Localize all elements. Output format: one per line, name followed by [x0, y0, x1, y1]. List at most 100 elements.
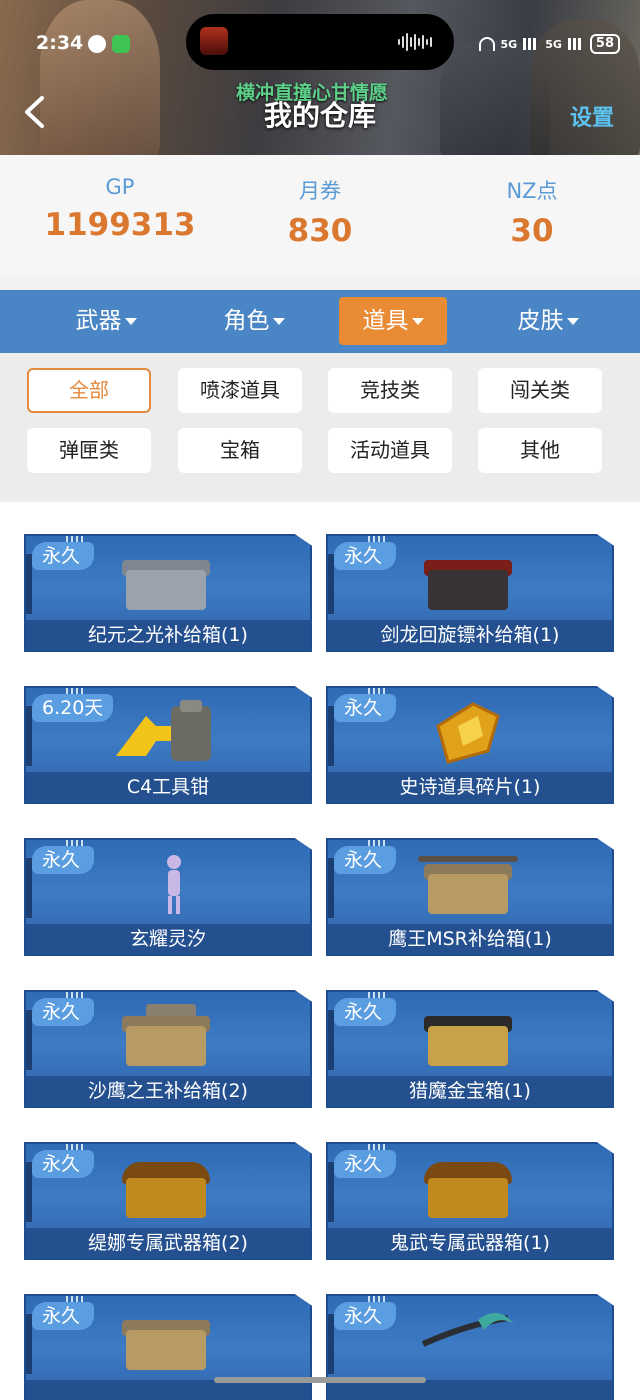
item-name: C4工具钳 [26, 772, 310, 802]
gold-chest-icon [418, 1000, 518, 1072]
filter-magazine[interactable]: 弹匣类 [27, 428, 151, 473]
tab-characters[interactable]: 角色 [200, 297, 308, 345]
chevron-left-icon [25, 96, 44, 128]
caret-down-icon [124, 318, 137, 325]
item-name: 猎魔金宝箱(1) [328, 1076, 612, 1106]
tab-label: 道具 [362, 308, 409, 334]
inventory-item-card[interactable]: 永久 沙鹰之王补给箱(2) [24, 990, 312, 1108]
network-5g-label: 5G [545, 37, 562, 51]
filter-challenge[interactable]: 闯关类 [478, 368, 602, 413]
weapon-chest-icon [116, 1152, 216, 1224]
caret-down-icon [272, 318, 285, 325]
signal-bars-icon [523, 38, 540, 50]
currency-gp: GP 1199313 [20, 175, 220, 243]
back-button[interactable] [22, 95, 46, 129]
inventory-item-card[interactable]: 永久 剑龙回旋镖补给箱(1) [326, 534, 614, 652]
inventory-item-card[interactable]: 永久 缇娜专属武器箱(2) [24, 1142, 312, 1260]
item-name: 鬼武专属武器箱(1) [328, 1228, 612, 1258]
header-banner: 2:34 5G 5G 58 横冲直撞心甘情愿 我的仓库 设置 [0, 0, 640, 155]
weapon-chest-icon [418, 1152, 518, 1224]
character-figure-icon [116, 848, 216, 920]
category-tabs: 武器 角色 道具 皮肤 [0, 290, 640, 353]
inventory-item-card[interactable]: 永久 玄耀灵汐 [24, 838, 312, 956]
filter-chips: 全部 喷漆道具 竞技类 闯关类 弹匣类 宝箱 活动道具 其他 [0, 353, 640, 501]
caret-down-icon [411, 318, 424, 325]
home-indicator[interactable] [214, 1377, 426, 1383]
duration-badge: 永久 [32, 1302, 94, 1330]
currency-value: 830 [287, 213, 353, 249]
item-name: 纪元之光补给箱(1) [26, 620, 310, 650]
settings-button[interactable]: 设置 [570, 100, 614, 132]
duration-badge: 永久 [334, 846, 396, 874]
supply-crate-silver-icon [116, 544, 216, 616]
inventory-item-card[interactable]: 永久 鬼武专属武器箱(1) [326, 1142, 614, 1260]
tab-label: 武器 [75, 308, 122, 334]
system-indicators: 5G 5G 58 [478, 34, 620, 54]
item-name: 史诗道具碎片(1) [328, 772, 612, 802]
sniper-crate-icon [418, 848, 518, 920]
c4-pliers-icon [116, 696, 216, 768]
filter-chest[interactable]: 宝箱 [178, 428, 302, 473]
inventory-item-card[interactable]: 永久 史诗道具碎片(1) [326, 686, 614, 804]
epic-fragment-icon [418, 696, 518, 768]
filter-all[interactable]: 全部 [27, 368, 151, 413]
duration-badge: 永久 [32, 542, 94, 570]
duration-badge: 永久 [32, 998, 94, 1026]
inventory-item-card[interactable]: 6.20天 C4工具钳 [24, 686, 312, 804]
item-name: 玄耀灵汐 [26, 924, 310, 954]
duration-badge: 永久 [334, 998, 396, 1026]
duration-badge: 6.20天 [32, 694, 114, 722]
item-name: 鹰王MSR补给箱(1) [328, 924, 612, 954]
banner-character-art [40, 0, 160, 155]
currency-label: 月券 [299, 179, 341, 203]
filter-spray[interactable]: 喷漆道具 [178, 368, 302, 413]
status-time: 2:34 [36, 32, 84, 54]
supply-crate-dark-icon [418, 544, 518, 616]
currency-value: 30 [510, 213, 554, 249]
wechat-icon [112, 35, 130, 53]
tab-items[interactable]: 道具 [339, 297, 447, 345]
inventory-item-card[interactable]: 永久 猎魔金宝箱(1) [326, 990, 614, 1108]
currency-label: NZ点 [506, 179, 558, 203]
caret-down-icon [566, 318, 579, 325]
currency-label: GP [105, 175, 135, 199]
scythe-weapon-icon [418, 1304, 518, 1376]
tab-skins[interactable]: 皮肤 [494, 297, 602, 345]
network-5g-label: 5G [500, 37, 518, 51]
page-title: 我的仓库 [263, 99, 376, 132]
tab-weapons[interactable]: 武器 [52, 297, 160, 345]
currency-value: 1199313 [44, 207, 196, 243]
currency-nz-points: NZ点 30 [432, 175, 632, 249]
alarm-icon [88, 35, 106, 53]
filter-other[interactable]: 其他 [478, 428, 602, 473]
dynamic-island [186, 14, 454, 70]
signal-bars-icon [567, 38, 584, 50]
item-name [26, 1380, 310, 1400]
duration-badge: 永久 [334, 542, 396, 570]
game-app-icon [200, 27, 228, 55]
duration-badge: 永久 [32, 1150, 94, 1178]
duration-badge: 永久 [334, 694, 396, 722]
duration-badge: 永久 [32, 846, 94, 874]
audio-wave-icon [398, 32, 438, 52]
battery-indicator: 58 [589, 34, 620, 54]
item-name [328, 1380, 612, 1400]
inventory-item-card[interactable]: 永久 [24, 1294, 312, 1400]
weapon-crate-icon [116, 1304, 216, 1376]
inventory-grid: 永久 纪元之光补给箱(1) 永久 剑龙回旋镖补给箱(1) 6.20天 C4工具钳… [0, 502, 640, 1400]
item-name: 沙鹰之王补给箱(2) [26, 1076, 310, 1106]
pistol-crate-icon [116, 1000, 216, 1072]
filter-event[interactable]: 活动道具 [328, 428, 452, 473]
duration-badge: 永久 [334, 1150, 396, 1178]
item-name: 缇娜专属武器箱(2) [26, 1228, 310, 1258]
item-name: 剑龙回旋镖补给箱(1) [328, 620, 612, 650]
inventory-item-card[interactable]: 永久 鹰王MSR补给箱(1) [326, 838, 614, 956]
headphones-icon [478, 37, 495, 51]
inventory-item-card[interactable]: 永久 纪元之光补给箱(1) [24, 534, 312, 652]
currency-panel: GP 1199313 月券 830 NZ点 30 [0, 155, 640, 275]
currency-monthly-ticket: 月券 830 [220, 175, 420, 249]
inventory-item-card[interactable]: 永久 [326, 1294, 614, 1400]
duration-badge: 永久 [334, 1302, 396, 1330]
filter-competitive[interactable]: 竞技类 [328, 368, 452, 413]
tab-label: 皮肤 [517, 308, 564, 334]
